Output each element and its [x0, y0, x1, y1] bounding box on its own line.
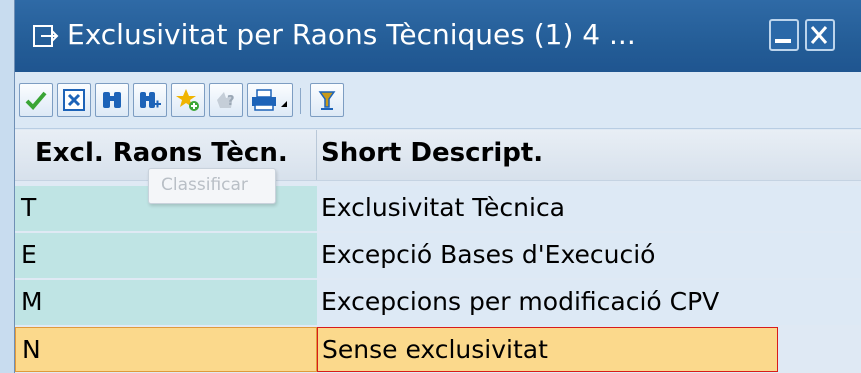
star-add-icon [176, 89, 199, 111]
close-icon [810, 26, 828, 44]
table-row[interactable]: M Excepcions per modificació CPV [15, 280, 861, 325]
window-title: Exclusivitat per Raons Tècniques (1) 4 .… [67, 18, 636, 51]
window-menu-icon[interactable] [33, 24, 59, 48]
description-value: Excepcions per modificació CPV [321, 287, 720, 316]
row-empty-area [778, 327, 861, 372]
key-cell[interactable]: M [15, 280, 317, 325]
checkmark-icon [25, 91, 47, 110]
key-value: N [22, 335, 41, 364]
sort-icon [318, 91, 336, 110]
column-header-description[interactable]: Short Descript. [321, 138, 543, 168]
cancel-button[interactable] [57, 83, 91, 117]
key-value: T [21, 193, 37, 222]
find-button[interactable] [95, 83, 129, 117]
dialog-window: Exclusivitat per Raons Tècniques (1) 4 .… [14, 0, 861, 373]
description-value: Excepció Bases d'Execució [321, 240, 656, 269]
tooltip: Classificar [148, 168, 276, 204]
binoculars-plus-icon [140, 92, 161, 108]
table-row-selected[interactable]: N Sense exclusivitat [15, 327, 861, 372]
help-button[interactable]: ? [209, 83, 243, 117]
table-row[interactable]: T Exclusivitat Tècnica [15, 186, 861, 231]
description-cell[interactable]: Excepció Bases d'Execució [317, 233, 861, 278]
key-cell[interactable]: E [15, 233, 317, 278]
description-cell[interactable]: Excepcions per modificació CPV [317, 280, 861, 325]
column-header-key[interactable]: Excl. Raons Tècn. [35, 138, 288, 168]
close-button[interactable] [805, 19, 835, 51]
key-cell[interactable]: N [15, 327, 317, 372]
key-value: E [21, 240, 37, 269]
minimize-icon [775, 39, 791, 43]
toolbar-separator [300, 88, 301, 114]
svg-text:?: ? [227, 94, 235, 109]
table-header: Excl. Raons Tècn. Short Descript. [15, 130, 861, 181]
printer-icon [252, 89, 287, 111]
description-value: Sense exclusivitat [322, 335, 548, 364]
minimize-button[interactable] [769, 19, 799, 51]
title-bar[interactable]: Exclusivitat per Raons Tècniques (1) 4 .… [15, 0, 861, 72]
description-cell[interactable]: Exclusivitat Tècnica [317, 186, 861, 231]
description-value: Exclusivitat Tècnica [321, 193, 566, 222]
binoculars-icon [103, 92, 121, 108]
help-icon: ? [217, 92, 235, 109]
table-row[interactable]: E Excepció Bases d'Execució [15, 233, 861, 278]
key-value: M [21, 287, 43, 316]
add-favorite-button[interactable] [171, 83, 205, 117]
column-separator[interactable] [316, 130, 317, 180]
toolbar: ? [15, 72, 861, 129]
sort-button[interactable] [310, 83, 344, 117]
description-cell[interactable]: Sense exclusivitat [317, 327, 778, 372]
confirm-button[interactable] [19, 83, 53, 117]
print-button[interactable] [247, 83, 293, 117]
cancel-icon [63, 89, 85, 111]
find-next-button[interactable] [133, 83, 167, 117]
